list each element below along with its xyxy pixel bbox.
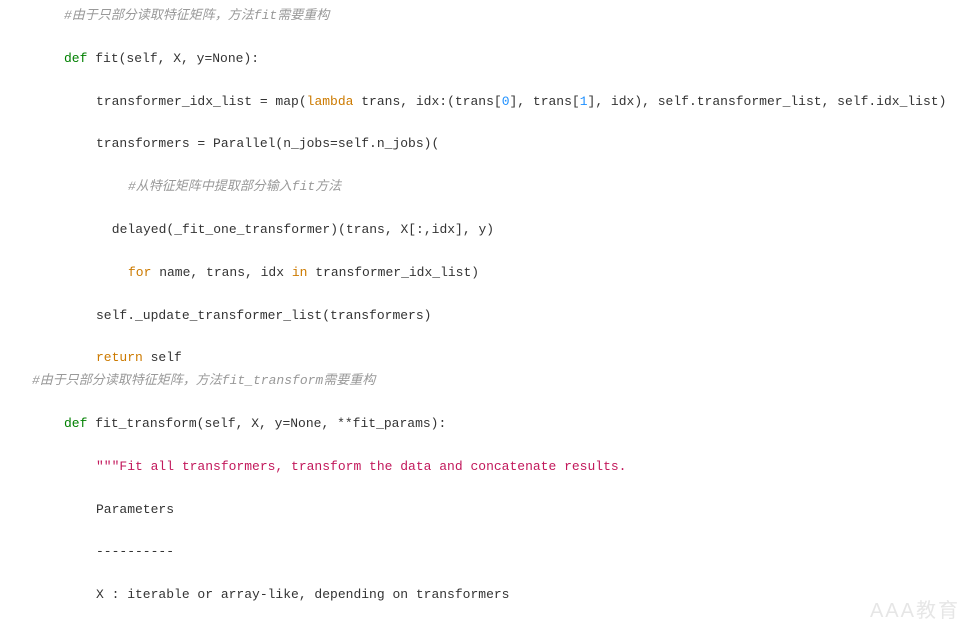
def-fit: def fit(self, X, y=None): [32, 49, 966, 70]
docstring: Parameters [32, 500, 966, 521]
code-line: delayed(_fit_one_transformer)(trans, X[:… [32, 220, 966, 241]
docstring: X : iterable or array-like, depending on… [32, 585, 966, 606]
docstring: ---------- [32, 542, 966, 563]
code-comment: #由于只部分读取特征矩阵，方法fit需要重构 [32, 6, 966, 27]
code-line: self._update_transformer_list(transforme… [32, 306, 966, 327]
code-block: #由于只部分读取特征矩阵，方法fit需要重构 def fit(self, X, … [32, 6, 966, 606]
code-comment: #由于只部分读取特征矩阵，方法fit_transform需要重构 [32, 371, 966, 392]
docstring: """Fit all transformers, transform the d… [32, 457, 966, 478]
def-fit-transform: def fit_transform(self, X, y=None, **fit… [32, 414, 966, 435]
code-line: return self [32, 348, 966, 369]
code-comment: #从特征矩阵中提取部分输入fit方法 [32, 177, 966, 198]
code-line: for name, trans, idx in transformer_idx_… [32, 263, 966, 284]
code-line: transformers = Parallel(n_jobs=self.n_jo… [32, 134, 966, 155]
code-line: transformer_idx_list = map(lambda trans,… [32, 92, 966, 113]
